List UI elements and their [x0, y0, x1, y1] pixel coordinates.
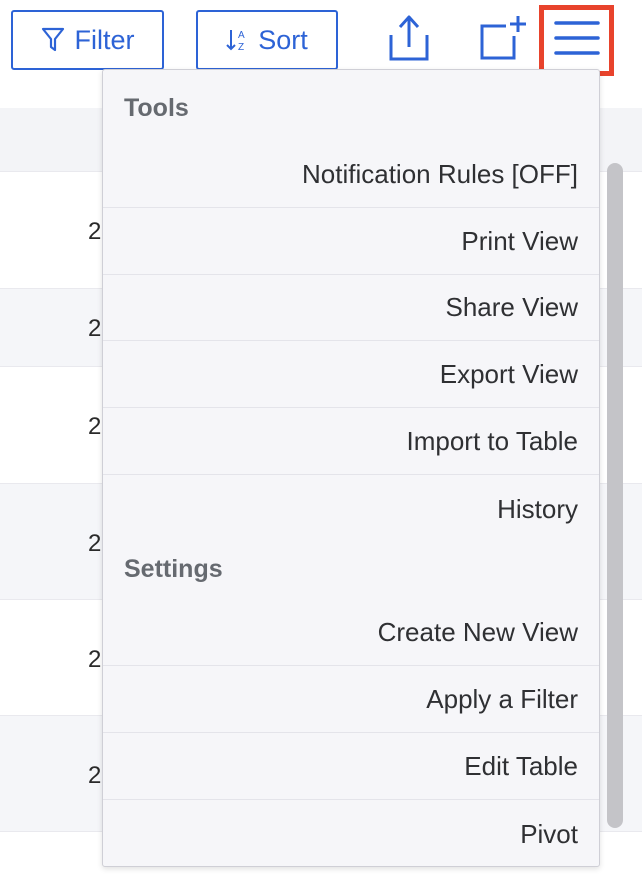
menu-item-export-view[interactable]: Export View — [103, 342, 599, 408]
table-cell: 2 — [88, 413, 102, 440]
more-menu-dropdown: Tools Notification Rules [OFF] Print Vie… — [102, 69, 600, 867]
funnel-icon — [41, 27, 65, 53]
add-view-button[interactable] — [474, 12, 530, 68]
menu-item-share-view[interactable]: Share View — [103, 275, 599, 341]
svg-text:Z: Z — [238, 42, 244, 53]
menu-item-history[interactable]: History — [103, 476, 599, 542]
svg-text:A: A — [238, 30, 245, 41]
add-view-icon — [476, 12, 528, 69]
settings-section-header: Settings — [124, 555, 223, 583]
sort-button[interactable]: A Z Sort — [196, 10, 338, 70]
table-cell: 2 — [88, 646, 102, 673]
share-button[interactable] — [381, 12, 437, 68]
table-cell: 2 — [88, 530, 102, 557]
menu-item-pivot[interactable]: Pivot — [103, 801, 599, 866]
page: Filter A Z Sort 2 2 2 2 2 2 Tools Notifi… — [0, 0, 642, 878]
menu-item-edit-table[interactable]: Edit Table — [103, 734, 599, 800]
tools-section-header: Tools — [124, 94, 189, 122]
hamburger-menu-icon — [553, 19, 600, 62]
table-cell: 2 — [88, 218, 102, 245]
menu-item-create-new-view[interactable]: Create New View — [103, 600, 599, 666]
table-cell: 2 — [88, 762, 102, 789]
filter-button[interactable]: Filter — [11, 10, 164, 70]
scrollbar[interactable] — [607, 163, 623, 828]
sort-az-icon: A Z — [226, 27, 248, 53]
filter-label: Filter — [74, 24, 135, 55]
menu-item-print-view[interactable]: Print View — [103, 209, 599, 275]
menu-item-notification-rules[interactable]: Notification Rules [OFF] — [103, 142, 599, 208]
sort-label: Sort — [258, 24, 308, 55]
menu-item-import-to-table[interactable]: Import to Table — [103, 409, 599, 475]
upload-share-icon — [387, 13, 431, 68]
more-menu-button[interactable] — [539, 5, 614, 76]
table-cell: 2 — [88, 315, 102, 342]
menu-item-apply-a-filter[interactable]: Apply a Filter — [103, 667, 599, 733]
